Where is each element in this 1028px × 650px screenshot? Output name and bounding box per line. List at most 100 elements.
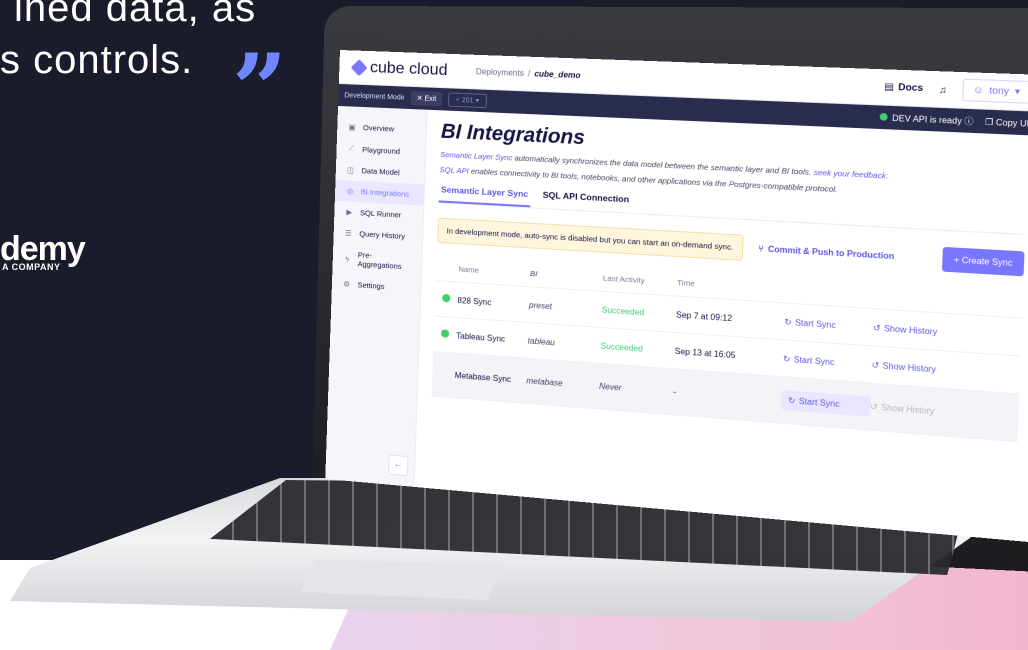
feedback-link[interactable]: seek your feedback.: [813, 168, 888, 181]
dev-mode-label: Development Mode: [344, 91, 405, 102]
git-branch-icon: ⑂: [758, 243, 764, 254]
row-bi: metabase: [526, 376, 563, 389]
layout-icon: ▣: [348, 122, 356, 132]
start-sync-button[interactable]: ↻ Start Sync: [781, 389, 871, 417]
gear-icon: ⚙: [343, 279, 351, 289]
tab-semantic-layer-sync[interactable]: Semantic Layer Sync: [438, 180, 531, 208]
app-logo[interactable]: cube cloud: [350, 58, 448, 80]
refresh-icon: ↻: [784, 316, 792, 327]
row-bi: preset: [528, 300, 553, 311]
sidebar-item-label: Playground: [362, 144, 401, 156]
commit-push-button[interactable]: ⑂ Commit & Push to Production: [758, 244, 894, 261]
row-time: -: [673, 387, 677, 397]
app-body: ▣ Overview ⟋ Playground ◫ Data Model ◎ BI In…: [325, 105, 1028, 542]
user-name: tony: [989, 84, 1010, 97]
row-bi: tableau: [527, 335, 556, 347]
exit-dev-mode-button[interactable]: ✕ Exit: [410, 90, 443, 107]
row-name: Tableau Sync: [456, 330, 506, 344]
show-history-button[interactable]: ↺ Show History: [873, 323, 964, 339]
arrow-left-icon: ←: [393, 458, 404, 471]
column-header-last-activity: Last Activity: [602, 273, 645, 286]
row-activity: Never: [598, 381, 622, 393]
api-status-text: DEV API is ready: [891, 112, 962, 126]
sidebar: ▣ Overview ⟋ Playground ◫ Data Model ◎ BI In…: [325, 105, 428, 487]
row-time: Sep 13 at 16:05: [674, 346, 736, 360]
refresh-icon: ↻: [782, 353, 791, 364]
sidebar-item-label: BI Integrations: [360, 187, 410, 199]
commit-label: Commit & Push to Production: [767, 244, 895, 262]
show-history-button: ↺ Show History: [870, 402, 961, 418]
create-sync-button[interactable]: + Create Sync: [942, 246, 1025, 277]
user-icon: ☺: [972, 84, 984, 96]
sidebar-item-settings[interactable]: ⚙ Settings: [332, 273, 421, 300]
collapse-sidebar-button[interactable]: ←: [387, 454, 409, 477]
row-activity: Succeeded: [601, 304, 645, 317]
start-sync-button[interactable]: ↻ Start Sync: [784, 317, 873, 332]
user-menu-button[interactable]: ☺ tony ▾: [962, 78, 1028, 104]
sync-table: Name BI Last Activity Time 828 Sync pres…: [431, 254, 1024, 443]
history-clock-icon: ↺: [869, 401, 878, 412]
api-status: DEV API is ready ⓘ: [879, 111, 974, 127]
play-icon: ▶: [346, 207, 353, 217]
sidebar-item-label: Pre-Aggregations: [357, 250, 402, 271]
status-dot-icon: [879, 112, 888, 121]
sidebar-item-label: Data Model: [361, 166, 400, 178]
sql-api-link[interactable]: SQL API: [439, 165, 468, 176]
refresh-icon: ↻: [787, 395, 796, 406]
copy-url-label: Copy URL: [995, 117, 1028, 129]
chevron-down-icon: ▾: [1014, 85, 1021, 97]
dev-status: DEV API is ready ⓘ ❐ Copy URL: [879, 111, 1028, 129]
sidebar-item-label: Overview: [362, 123, 395, 134]
start-sync-label: Start Sync: [793, 354, 835, 367]
show-history-label: Show History: [882, 360, 937, 374]
branch-selector[interactable]: ⑂ 201 ▾: [448, 92, 487, 109]
row-name: 828 Sync: [457, 295, 492, 307]
row-name: Metabase Sync: [454, 370, 512, 385]
tab-sql-api-connection[interactable]: SQL API Connection: [540, 185, 631, 212]
sidebar-item-label: SQL Runner: [359, 208, 402, 220]
success-check-icon: [440, 329, 450, 338]
history-clock-icon: ↺: [871, 359, 880, 370]
laptop-screen: cube cloud Deployments / cube_demo ▤ Doc…: [325, 50, 1028, 543]
bell-icon[interactable]: ♫: [939, 84, 947, 95]
start-sync-label: Start Sync: [794, 317, 836, 330]
docs-link[interactable]: ▤ Docs: [884, 81, 923, 94]
hero-headline-line1: ined data, as: [14, 0, 257, 30]
row-time: Sep 7 at 09:12: [675, 309, 733, 323]
app-logo-text: cube cloud: [369, 58, 448, 79]
column-header-name: Name: [458, 264, 479, 275]
book-icon: ▤: [883, 81, 894, 93]
quote-mark-icon: ”: [232, 33, 288, 146]
breadcrumb: Deployments / cube_demo: [476, 67, 581, 80]
main-content: BI Integrations Semantic Layer Sync auto…: [414, 110, 1028, 542]
hero-headline-line2: s controls.: [0, 38, 194, 82]
topbar-actions: ▤ Docs ♫ ☺ tony ▾: [884, 76, 1028, 104]
column-header-time: Time: [676, 277, 695, 289]
branch-label: 201: [461, 96, 474, 105]
brand-subtitle: A COMPANY: [2, 262, 61, 272]
cube-logo-icon: [350, 58, 368, 76]
show-history-label: Show History: [883, 323, 938, 337]
start-sync-button[interactable]: ↻ Start Sync: [783, 354, 872, 370]
bi-icon: ◎: [346, 186, 354, 196]
row-activity: Succeeded: [600, 340, 643, 354]
lightning-icon: ϟ: [345, 253, 350, 264]
breadcrumb-separator: /: [527, 68, 531, 79]
success-check-icon: [442, 293, 451, 303]
dev-mode-warning: In development mode, auto-sync is disabl…: [437, 217, 744, 261]
breadcrumb-current: cube_demo: [534, 69, 581, 81]
history-icon: ☰: [345, 228, 352, 238]
chart-line-icon: ⟋: [348, 143, 355, 153]
start-sync-label: Start Sync: [798, 396, 840, 410]
copy-url-button[interactable]: ❐ Copy URL: [985, 117, 1028, 129]
docs-label: Docs: [898, 81, 924, 94]
show-history-button[interactable]: ↺ Show History: [872, 360, 963, 376]
breadcrumb-root[interactable]: Deployments: [476, 67, 524, 78]
sidebar-item-label: Settings: [357, 280, 385, 292]
semantic-layer-sync-link[interactable]: Semantic Layer Sync: [440, 150, 512, 163]
column-header-bi: BI: [529, 268, 538, 279]
history-clock-icon: ↺: [872, 322, 881, 333]
sidebar-item-label: Query History: [359, 229, 406, 241]
model-icon: ◫: [347, 165, 355, 175]
show-history-label: Show History: [880, 402, 935, 417]
